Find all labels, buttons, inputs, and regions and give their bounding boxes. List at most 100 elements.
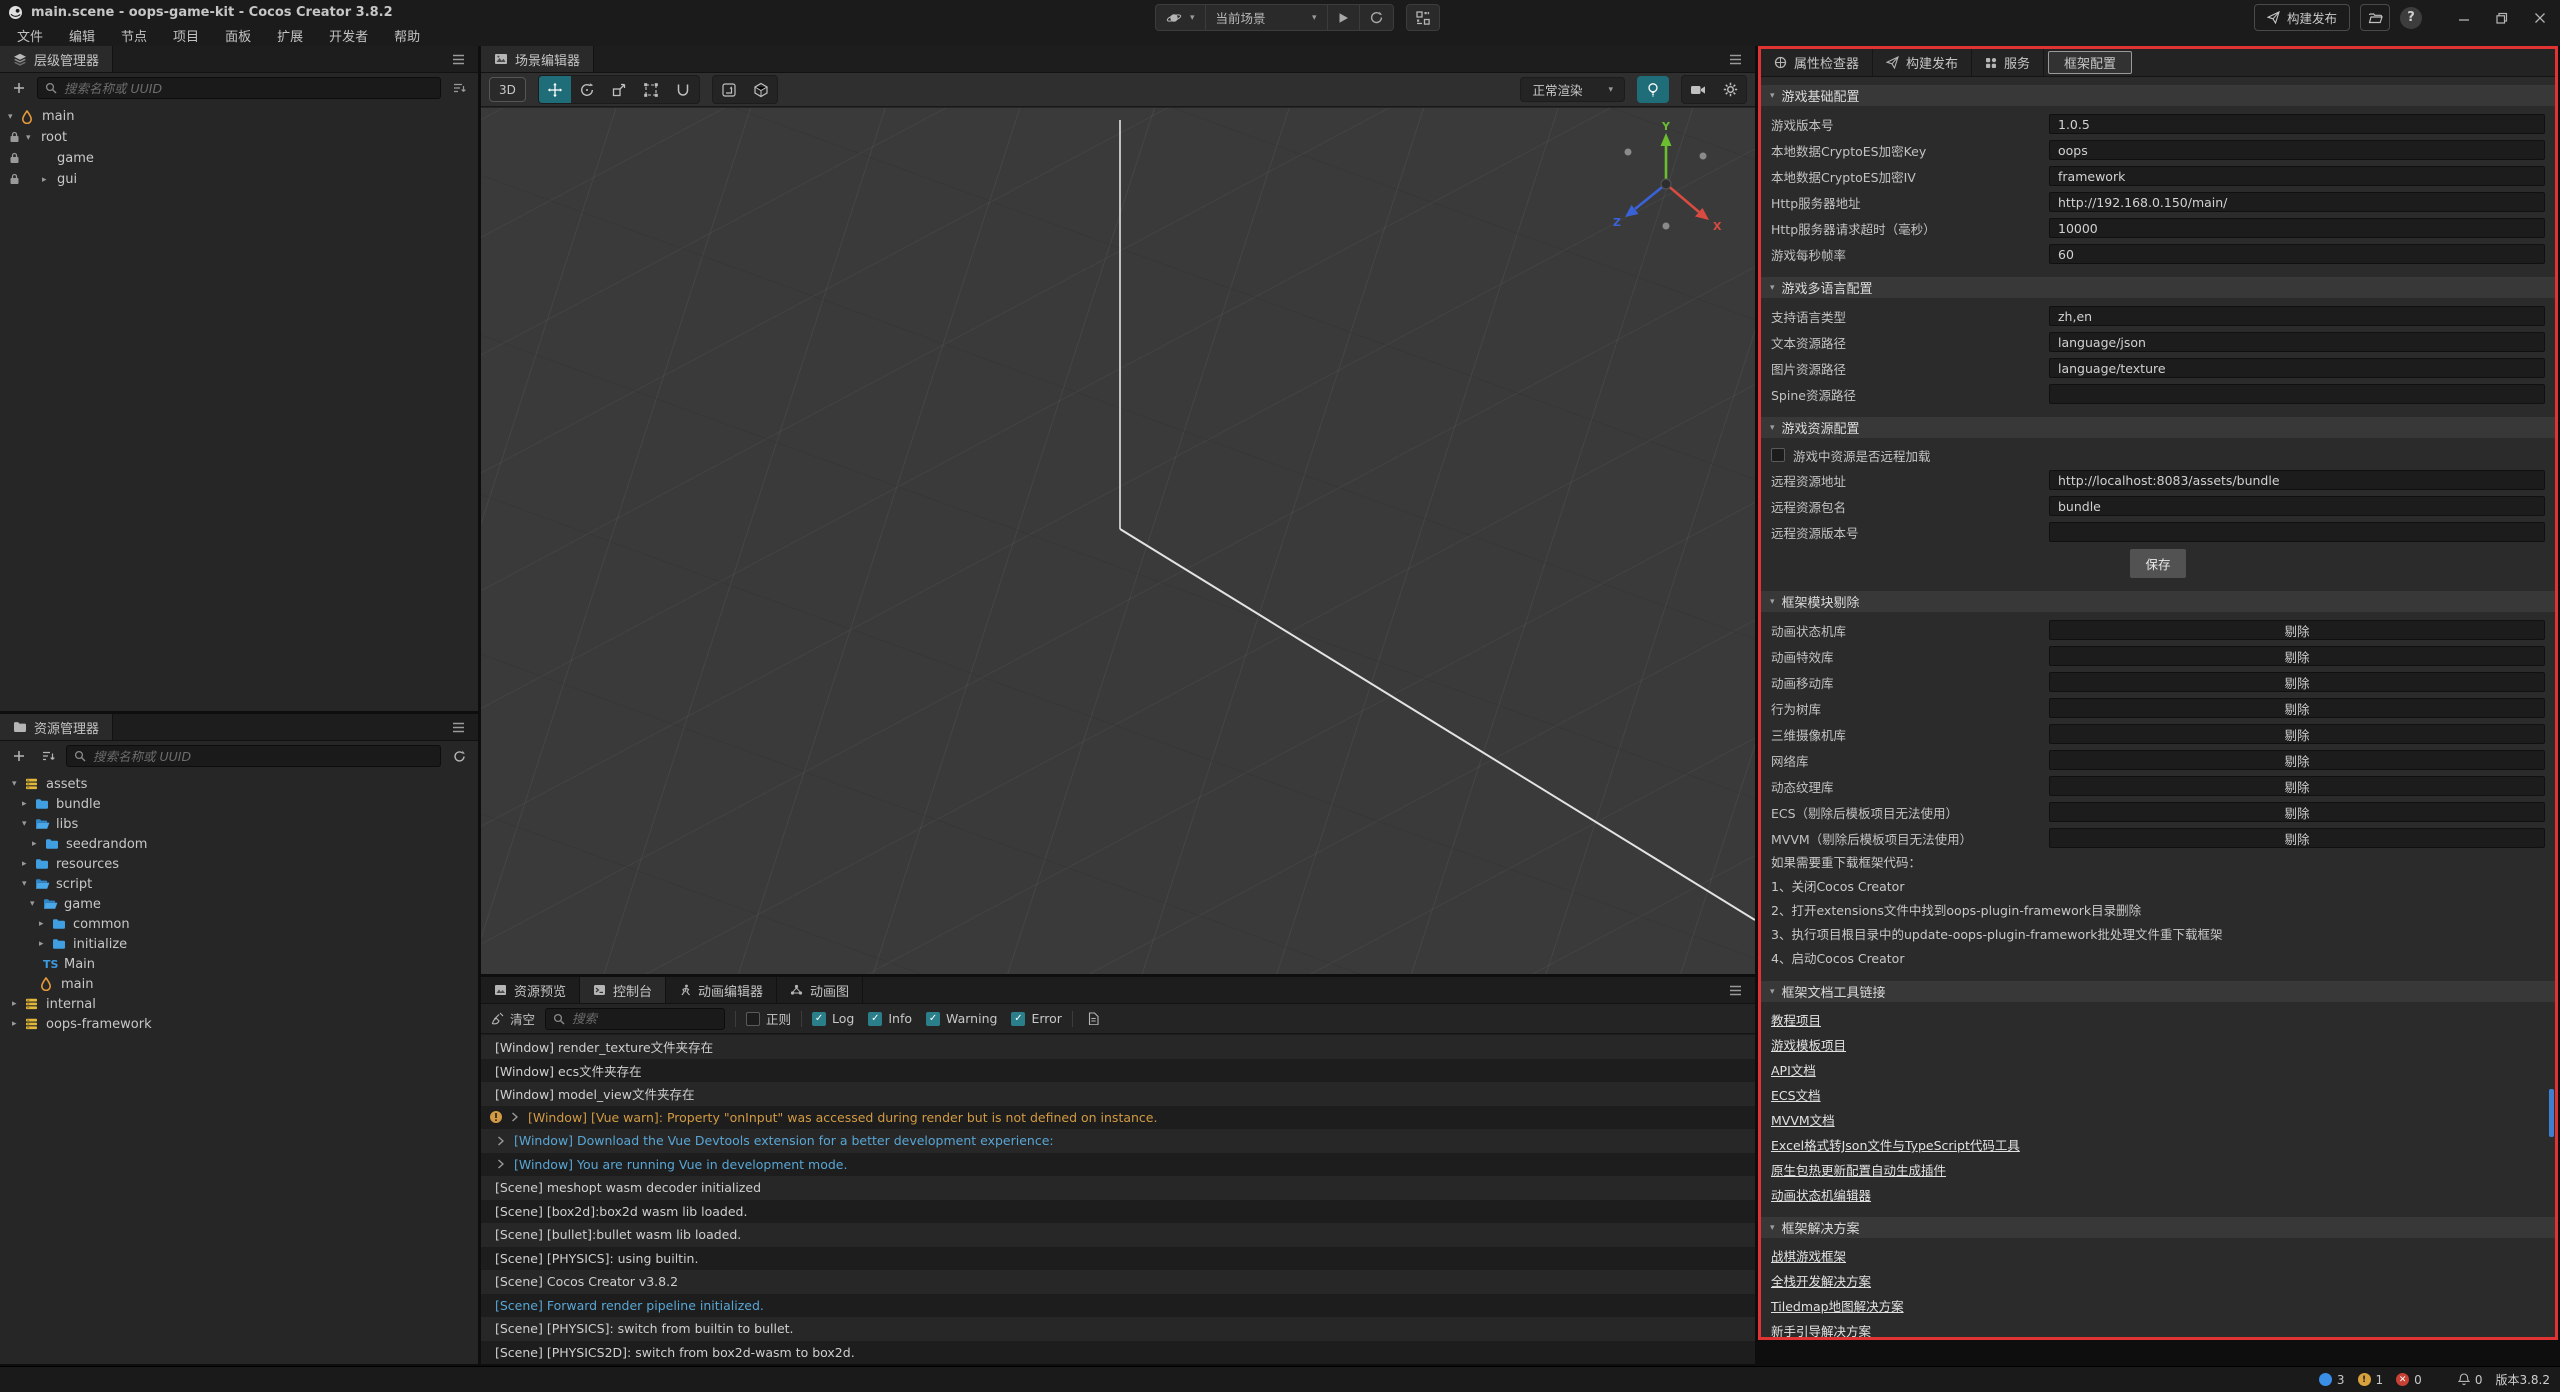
tab-scene-editor[interactable]: 场景编辑器 [481, 46, 594, 72]
menu-project[interactable]: 项目 [160, 24, 212, 46]
expand-chevron-icon[interactable] [497, 1159, 504, 1169]
open-project-folder-button[interactable] [2360, 4, 2390, 31]
field-input[interactable]: 60 [2049, 244, 2545, 264]
scene-settings-button[interactable] [1714, 76, 1746, 103]
remote-load-toggle[interactable]: 游戏中资源是否远程加载 [1761, 443, 2555, 467]
chevron-right-icon[interactable]: ▸ [39, 939, 52, 949]
remove-module-button[interactable]: 剔除 [2049, 802, 2545, 822]
console-message[interactable]: [Scene] [PHYSICS]: switch from builtin t… [481, 1317, 1755, 1341]
field-input[interactable]: 1.0.5 [2049, 114, 2545, 134]
tree-node-internal[interactable]: ▸internal [0, 994, 478, 1014]
doc-link[interactable]: 原生包热更新配置自动生成插件 [1771, 1160, 1946, 1179]
chevron-down-icon[interactable]: ▾ [26, 133, 39, 143]
regex-toggle[interactable]: 正则 [746, 1009, 791, 1028]
menu-file[interactable]: 文件 [4, 24, 56, 46]
help-button[interactable]: ? [2400, 7, 2422, 29]
menu-help[interactable]: 帮助 [381, 24, 433, 46]
chevron-right-icon[interactable]: ▸ [12, 999, 25, 1009]
scene-light-button[interactable] [1637, 76, 1669, 103]
section-header[interactable]: ▾框架文档工具链接 [1761, 981, 2555, 1002]
remote-load-checkbox[interactable] [1771, 448, 1785, 462]
doc-link[interactable]: 游戏模板项目 [1771, 1035, 1846, 1054]
pivot-snap-button[interactable] [713, 76, 745, 103]
filter-log[interactable]: Log [812, 1011, 854, 1026]
tree-node-game[interactable]: ▾game [0, 894, 478, 914]
chevron-right-icon[interactable]: ▸ [39, 919, 52, 929]
tree-node-root[interactable]: ▾root [0, 127, 478, 148]
create-node-button[interactable] [8, 77, 30, 99]
checkbox-info[interactable] [868, 1012, 882, 1026]
tree-node-seedrandom[interactable]: ▸seedrandom [0, 834, 478, 854]
tree-node-Main[interactable]: TSMain [0, 954, 478, 974]
panel-menu-icon[interactable] [447, 48, 469, 70]
tree-node-main[interactable]: ▾main [0, 106, 478, 127]
panel-menu-icon[interactable] [1724, 979, 1746, 1001]
doc-link[interactable]: 战棋游戏框架 [1771, 1246, 1846, 1265]
tab-service[interactable]: 服务 [1972, 49, 2044, 76]
scale-tool-button[interactable] [603, 76, 635, 103]
tree-node-assets[interactable]: ▾assets [0, 774, 478, 794]
doc-link[interactable]: 动画状态机编辑器 [1771, 1185, 1871, 1204]
expand-chevron-icon[interactable] [511, 1112, 518, 1122]
tree-node-oops-framework[interactable]: ▸oops-framework [0, 1014, 478, 1034]
tab-console-3[interactable]: 动画图 [777, 977, 863, 1003]
checkbox-warning[interactable] [926, 1012, 940, 1026]
chevron-right-icon[interactable]: ▸ [22, 799, 35, 809]
tree-node-script[interactable]: ▾script [0, 874, 478, 894]
clear-console-button[interactable]: 清空 [491, 1009, 535, 1028]
minimize-button[interactable] [2450, 6, 2478, 30]
console-message[interactable]: [Window] render_texture文件夹存在 [481, 1035, 1755, 1059]
field-input[interactable]: oops [2049, 140, 2545, 160]
preview-platform-dropdown[interactable]: ▾ [1156, 5, 1206, 30]
tab-console-0[interactable]: 资源预览 [481, 977, 580, 1003]
preview-qr-button[interactable] [1406, 4, 1440, 31]
doc-link[interactable]: Tiledmap地图解决方案 [1771, 1296, 1904, 1315]
remove-module-button[interactable]: 剔除 [2049, 646, 2545, 666]
doc-link[interactable]: ECS文档 [1771, 1085, 1821, 1104]
field-input[interactable]: http://localhost:8083/assets/bundle [2049, 470, 2545, 490]
doc-link[interactable]: 新手引导解决方案 [1771, 1321, 1871, 1337]
doc-link[interactable]: Excel格式转Json文件与TypeScript代码工具 [1771, 1135, 2020, 1154]
chevron-right-icon[interactable]: ▸ [12, 1019, 25, 1029]
tree-node-main[interactable]: main [0, 974, 478, 994]
sort-assets-icon[interactable] [37, 745, 59, 767]
console-message[interactable]: [Scene] meshopt wasm decoder initialized [481, 1176, 1755, 1200]
rotate-tool-button[interactable] [571, 76, 603, 103]
field-input[interactable]: language/json [2049, 332, 2545, 352]
log-file-icon[interactable] [1083, 1008, 1105, 1030]
field-input[interactable] [2049, 384, 2545, 404]
log-count-error[interactable]: ✕ 0 [2396, 1373, 2422, 1387]
console-search-input[interactable] [572, 1011, 717, 1026]
console-message[interactable]: [Scene] Forward render pipeline initiali… [481, 1294, 1755, 1318]
coordinate-mode-button[interactable] [745, 76, 777, 103]
chevron-right-icon[interactable]: ▸ [22, 859, 35, 869]
tab-console-1[interactable]: 控制台 [580, 977, 666, 1003]
tab-assets[interactable]: 资源管理器 [0, 714, 113, 740]
chevron-down-icon[interactable]: ▾ [12, 779, 25, 789]
field-input[interactable]: language/texture [2049, 358, 2545, 378]
menu-developer[interactable]: 开发者 [316, 24, 381, 46]
tab-hierarchy[interactable]: 层级管理器 [0, 46, 113, 72]
tab-build[interactable]: 构建发布 [1873, 49, 1972, 76]
assets-search-input[interactable] [93, 749, 433, 764]
save-button[interactable]: 保存 [2130, 549, 2185, 578]
console-message[interactable]: [Scene] [bullet]:bullet wasm lib loaded. [481, 1223, 1755, 1247]
remove-module-button[interactable]: 剔除 [2049, 672, 2545, 692]
filter-icon[interactable] [448, 77, 470, 99]
menu-node[interactable]: 节点 [108, 24, 160, 46]
doc-link[interactable]: 全栈开发解决方案 [1771, 1271, 1871, 1290]
play-button[interactable] [1328, 5, 1360, 30]
remove-module-button[interactable]: 剔除 [2049, 750, 2545, 770]
hierarchy-search-input[interactable] [64, 81, 433, 96]
tree-node-resources[interactable]: ▸resources [0, 854, 478, 874]
remove-module-button[interactable]: 剔除 [2049, 724, 2545, 744]
section-header[interactable]: ▾游戏多语言配置 [1761, 277, 2555, 298]
render-mode-dropdown[interactable]: 正常渲染 ▾ [1520, 77, 1625, 102]
toggle-3d-button[interactable]: 3D [489, 77, 526, 102]
field-input[interactable]: 10000 [2049, 218, 2545, 238]
section-header[interactable]: ▾框架解决方案 [1761, 1217, 2555, 1238]
console-message[interactable]: [Window] model_view文件夹存在 [481, 1082, 1755, 1106]
build-publish-button[interactable]: 构建发布 [2254, 4, 2350, 31]
chevron-down-icon[interactable]: ▾ [8, 112, 21, 122]
console-message[interactable]: [Scene] [PHYSICS]: using builtin. [481, 1247, 1755, 1271]
